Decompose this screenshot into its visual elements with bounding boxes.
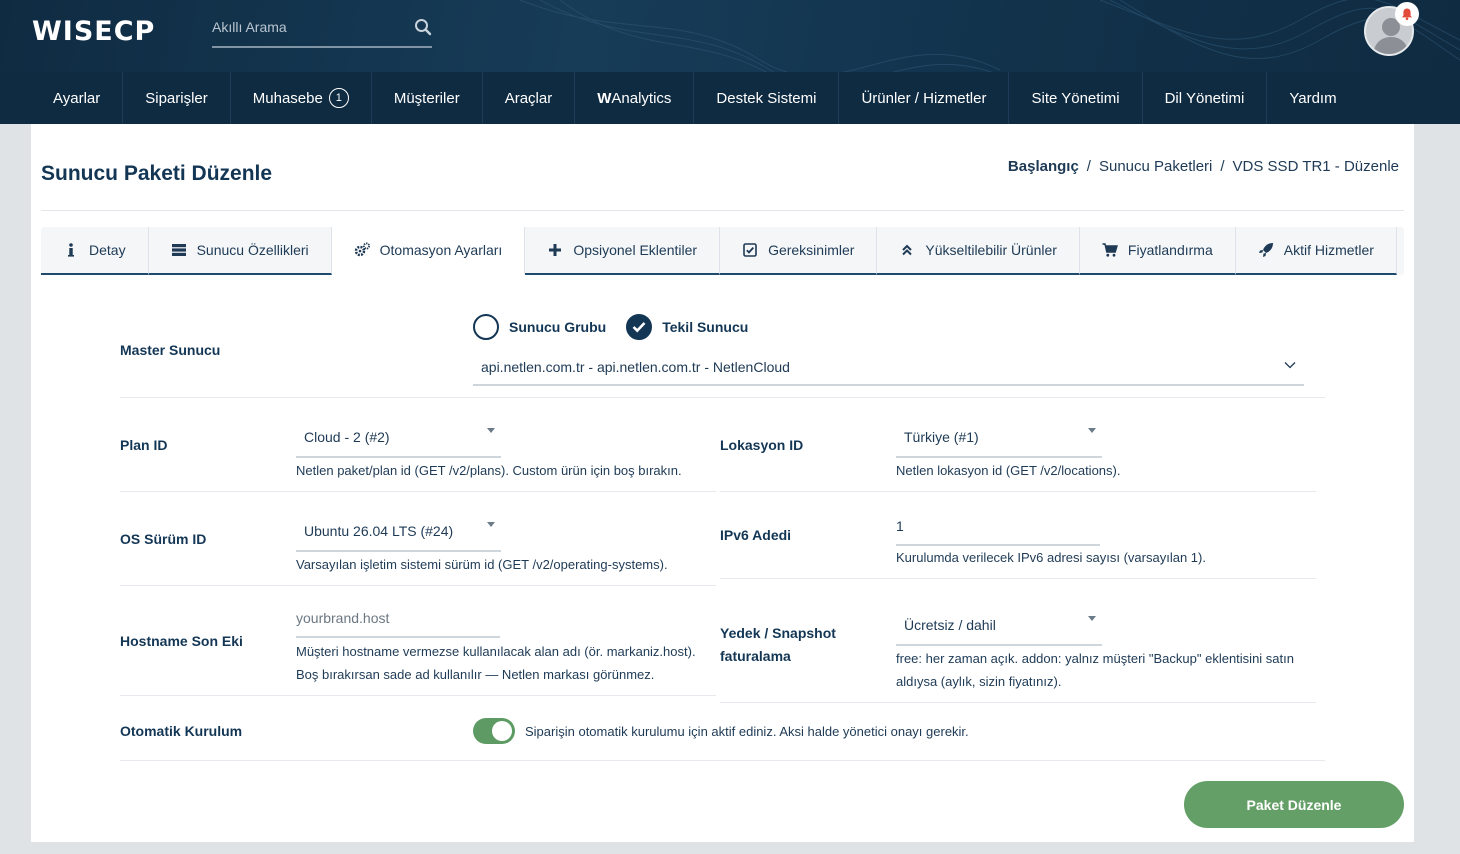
checkbox-icon: [743, 243, 757, 257]
os-version-label: OS Sürüm ID: [120, 531, 207, 547]
toggle-knob: [492, 721, 512, 741]
accounting-count-badge: 1: [328, 88, 349, 108]
breadcrumb-separator: /: [1086, 158, 1091, 175]
auto-setup-label: Otomatik Kurulum: [120, 723, 243, 739]
server-icon: [171, 244, 186, 256]
plan-id-hint: Netlen paket/plan id (GET /v2/plans). Cu…: [296, 463, 682, 478]
os-version-select[interactable]: Ubuntu 26.04 LTS (#24): [296, 512, 501, 552]
nav-language[interactable]: Dil Yönetimi: [1143, 72, 1268, 124]
location-id-select[interactable]: Türkiye (#1): [896, 418, 1102, 458]
tab-server-features[interactable]: Sunucu Özellikleri: [148, 227, 332, 275]
plan-id-label: Plan ID: [120, 437, 168, 453]
row-divider: [720, 702, 1316, 703]
row-divider: [720, 491, 1316, 492]
package-tabs: Detay Sunucu Özellikleri Otomasyon Ayarl…: [41, 227, 1404, 275]
bell-icon: [1402, 8, 1412, 21]
nav-customers[interactable]: Müşteriler: [372, 72, 483, 124]
tab-requirements[interactable]: Gereksinimler: [720, 227, 878, 275]
top-header: WISECP: [0, 0, 1460, 72]
caret-down-icon: [487, 428, 495, 433]
nav-settings[interactable]: Ayarlar: [0, 72, 124, 124]
location-id-label: Lokasyon ID: [720, 437, 804, 453]
wisecp-logo[interactable]: WISECP: [32, 16, 155, 47]
auto-setup-toggle[interactable]: [473, 718, 515, 744]
row-divider: [720, 578, 1316, 579]
chevron-down-icon: [1284, 362, 1296, 369]
os-version-hint: Varsayılan işletim sistemi sürüm id (GET…: [296, 557, 668, 572]
breadcrumb-home[interactable]: Başlangıç: [1008, 158, 1079, 175]
ipv6-count-label: IPv6 Adedi: [720, 527, 792, 543]
content-panel: Sunucu Paketi Düzenle Başlangıç / Sunucu…: [31, 124, 1414, 842]
location-id-hint: Netlen lokasyon id (GET /v2/locations).: [896, 463, 1121, 478]
caret-down-icon: [1088, 616, 1096, 621]
nav-tools[interactable]: Araçlar: [483, 72, 576, 124]
backup-billing-select[interactable]: Ücretsiz / dahil: [896, 606, 1102, 646]
ipv6-count-hint: Kurulumda verilecek IPv6 adresi sayısı (…: [896, 550, 1206, 565]
plus-icon: [549, 244, 562, 256]
double-chevron-up-icon: [902, 244, 913, 256]
nav-support[interactable]: Destek Sistemi: [694, 72, 840, 124]
breadcrumb-server-packages[interactable]: Sunucu Paketleri: [1099, 158, 1212, 175]
cart-icon: [1102, 243, 1118, 257]
rocket-icon: [1258, 243, 1273, 257]
auto-setup-hint: Siparişin otomatik kurulumu için aktif e…: [525, 724, 969, 739]
ipv6-count-input[interactable]: 1: [896, 508, 1100, 546]
radio-server-group[interactable]: Sunucu Grubu: [473, 314, 606, 340]
backup-billing-label: Yedek / Snapshot faturalama: [720, 625, 836, 664]
row-divider: [120, 695, 716, 696]
search-input[interactable]: [212, 12, 402, 42]
page-title: Sunucu Paketi Düzenle: [41, 162, 273, 185]
row-divider: [120, 585, 716, 586]
search-icon[interactable]: [414, 18, 432, 36]
row-divider: [120, 491, 716, 492]
breadcrumb-current: VDS SSD TR1 - Düzenle: [1232, 158, 1399, 175]
radio-single-server[interactable]: Tekil Sunucu: [626, 314, 748, 340]
tab-detail[interactable]: Detay: [41, 227, 149, 275]
nav-orders[interactable]: Siparişler: [123, 72, 231, 124]
breadcrumb: Başlangıç / Sunucu Paketleri / VDS SSD T…: [1008, 158, 1399, 175]
hostname-suffix-input[interactable]: yourbrand.host: [296, 600, 500, 638]
tab-pricing[interactable]: Fiyatlandırma: [1079, 227, 1236, 275]
info-icon: [68, 243, 74, 257]
master-server-select[interactable]: api.netlen.com.tr - api.netlen.com.tr - …: [473, 349, 1304, 386]
main-nav: Ayarlar Siparişler Muhasebe 1 Müşteriler …: [0, 72, 1460, 124]
caret-down-icon: [1088, 428, 1096, 433]
nav-help[interactable]: Yardım: [1267, 72, 1358, 124]
backup-billing-hint: free: her zaman açık. addon: yalnız müşt…: [896, 651, 1294, 689]
tab-upgradable-products[interactable]: Yükseltilebilir Ürünler: [877, 227, 1080, 275]
gears-icon: [354, 242, 370, 257]
tab-active-services[interactable]: Aktif Hizmetler: [1235, 227, 1397, 275]
plan-id-select[interactable]: Cloud - 2 (#2): [296, 418, 501, 458]
nav-wanalytics[interactable]: W Analytics: [575, 72, 695, 124]
nav-products[interactable]: Ürünler / Hizmetler: [839, 72, 1010, 124]
notification-bell[interactable]: [1395, 2, 1419, 26]
row-divider: [120, 397, 1325, 398]
breadcrumb-separator: /: [1220, 158, 1225, 175]
global-search: [212, 12, 432, 48]
radio-unchecked-icon: [473, 314, 499, 340]
nav-site-management[interactable]: Site Yönetimi: [1009, 72, 1143, 124]
master-server-label: Master Sunucu: [120, 342, 221, 358]
save-package-button[interactable]: Paket Düzenle: [1184, 781, 1404, 828]
nav-accounting[interactable]: Muhasebe 1: [231, 72, 372, 124]
hostname-suffix-label: Hostname Son Eki: [120, 633, 243, 649]
hostname-suffix-hint: Müşteri hostname vermezse kullanılacak a…: [296, 644, 696, 682]
server-type-radio-group: Sunucu Grubu Tekil Sunucu: [473, 314, 754, 340]
radio-checked-icon: [626, 314, 653, 340]
caret-down-icon: [487, 522, 495, 527]
row-divider: [120, 760, 1325, 761]
title-divider: [41, 210, 1404, 211]
tab-automation-settings[interactable]: Otomasyon Ayarları: [331, 227, 526, 275]
tab-optional-addons[interactable]: Opsiyonel Eklentiler: [525, 227, 721, 275]
